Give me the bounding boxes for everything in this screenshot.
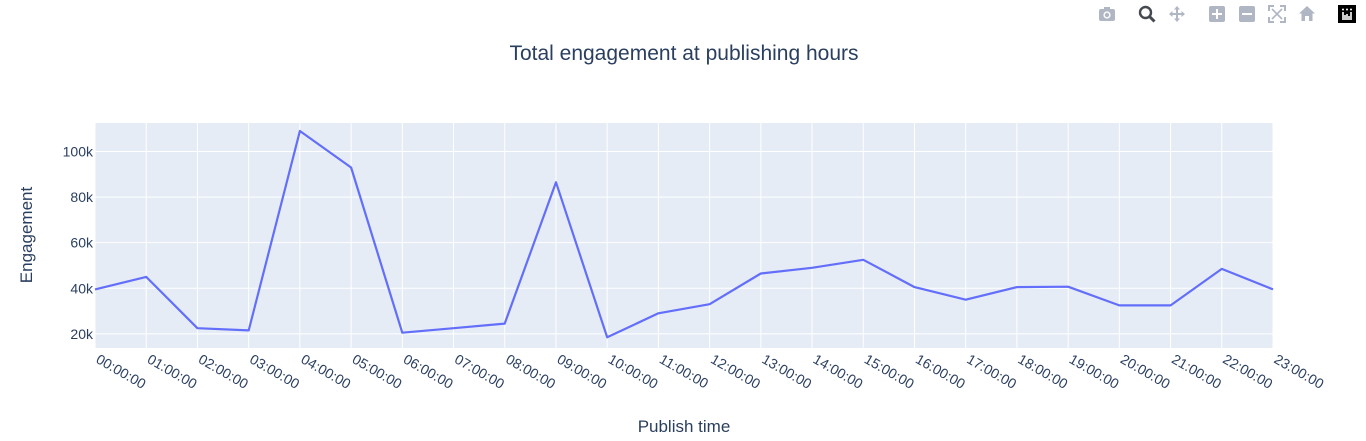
y-tick-label: 20k (70, 326, 94, 342)
y-tick-labels: 20k 40k 60k 80k 100k (63, 143, 94, 341)
y-tick-label: 40k (70, 280, 94, 296)
x-tick-label: 13:00:00 (759, 351, 814, 392)
x-tick-label: 16:00:00 (913, 351, 968, 392)
x-tick-label: 21:00:00 (1169, 351, 1224, 392)
chart-title: Total engagement at publishing hours (509, 42, 858, 65)
y-axis-title: Engagement (17, 187, 36, 284)
x-tick-label: 02:00:00 (196, 351, 251, 392)
y-tick-label: 80k (70, 189, 94, 205)
x-tick-label: 01:00:00 (145, 351, 200, 392)
x-tick-label: 23:00:00 (1272, 351, 1327, 392)
x-tick-label: 06:00:00 (401, 351, 456, 392)
y-tick-label: 100k (63, 143, 94, 159)
x-tick-label: 03:00:00 (247, 351, 302, 392)
x-tick-label: 20:00:00 (1118, 351, 1173, 392)
x-tick-label: 00:00:00 (94, 351, 149, 392)
x-tick-labels: 00:00:0001:00:0002:00:0003:00:0004:00:00… (94, 351, 1327, 392)
x-tick-label: 10:00:00 (606, 351, 661, 392)
x-tick-label: 17:00:00 (964, 351, 1019, 392)
x-tick-label: 08:00:00 (503, 351, 558, 392)
x-tick-label: 15:00:00 (862, 351, 917, 392)
y-tick-label: 60k (70, 235, 94, 251)
x-axis-title: Publish time (638, 417, 731, 436)
x-tick-label: 05:00:00 (350, 351, 405, 392)
x-tick-label: 07:00:00 (452, 351, 507, 392)
x-tick-label: 09:00:00 (554, 351, 609, 392)
line-chart: 20k 40k 60k 80k 100k 00:00:0001:00:0002:00:0… (17, 42, 1327, 436)
x-tick-label: 11:00:00 (657, 351, 711, 392)
x-tick-label: 12:00:00 (708, 351, 763, 392)
x-tick-label: 22:00:00 (1220, 351, 1275, 392)
x-tick-label: 19:00:00 (1067, 351, 1122, 392)
x-tick-label: 18:00:00 (1015, 351, 1070, 392)
plot-area (95, 123, 1273, 348)
x-tick-label: 14:00:00 (811, 351, 866, 392)
x-tick-label: 04:00:00 (298, 351, 353, 392)
